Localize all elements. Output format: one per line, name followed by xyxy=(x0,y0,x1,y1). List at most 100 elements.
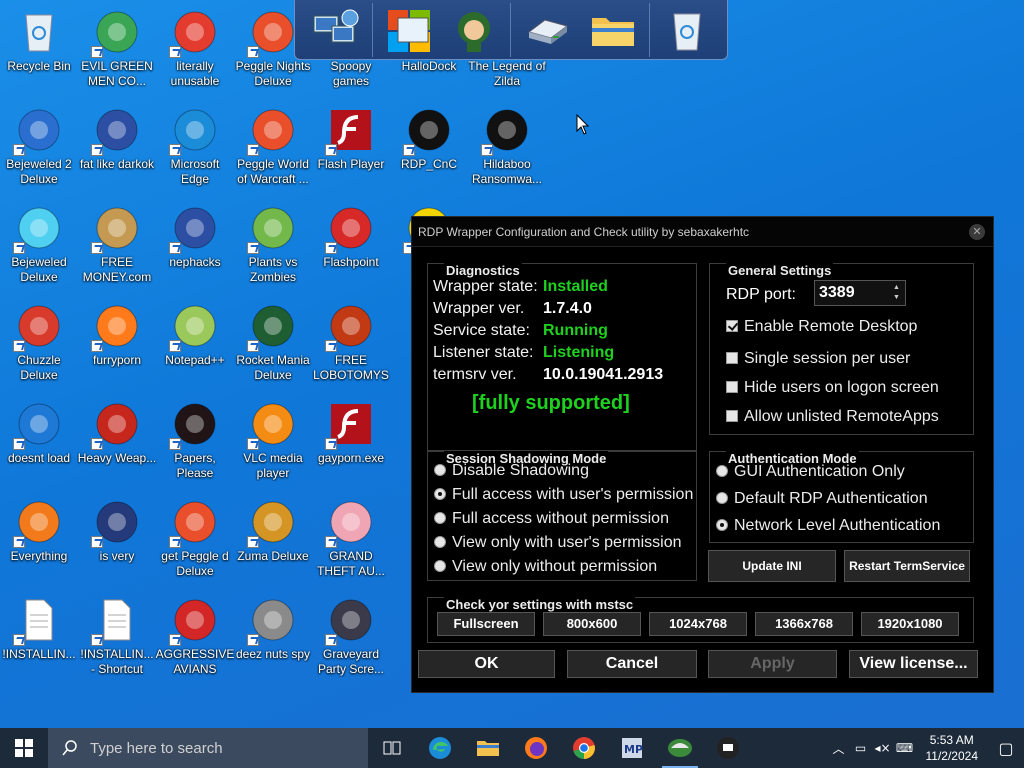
update-ini-button[interactable]: Update INI xyxy=(708,550,836,582)
setting-checkbox[interactable]: Allow unlisted RemoteApps xyxy=(726,408,939,426)
desktop-icon[interactable]: Bejeweled Deluxe xyxy=(0,200,78,292)
rdp-config-icon[interactable] xyxy=(656,728,704,768)
volume-icon[interactable]: ◂× xyxy=(872,741,894,755)
rdp-icon xyxy=(403,106,453,156)
desktop-icon[interactable]: AGGRESSIVE AVIANS xyxy=(156,592,234,684)
desktop-icon[interactable]: Plants vs Zombies xyxy=(234,200,312,292)
shadowing-radio[interactable]: Full access without permission xyxy=(434,510,669,528)
desktop-icon-label: Bejeweled Deluxe xyxy=(11,255,67,284)
task-view-icon[interactable] xyxy=(368,728,416,768)
office-icon[interactable] xyxy=(381,3,437,57)
desktop-icon[interactable]: Microsoft Edge xyxy=(156,102,234,194)
ok-button[interactable]: OK xyxy=(418,650,555,678)
desktop-icon[interactable]: FREE LOBOTOMYS xyxy=(312,298,390,390)
desktop-icon[interactable]: Hildaboo Ransomwa... xyxy=(468,102,546,194)
desktop-icon[interactable]: gayporn.exe xyxy=(312,396,390,488)
desktop-icon[interactable]: literally unusable xyxy=(156,4,234,96)
desktop-icon[interactable]: Graveyard Party Scre... xyxy=(312,592,390,684)
chrome-icon[interactable] xyxy=(560,728,608,768)
mstsc-resolution-button[interactable]: 1920x1080 xyxy=(861,612,959,636)
top-dock xyxy=(294,0,728,60)
setting-checkbox[interactable]: Single session per user xyxy=(726,350,910,368)
listener-state-value: Listening xyxy=(543,344,615,361)
papers-icon xyxy=(169,400,219,450)
cancel-button[interactable]: Cancel xyxy=(567,650,697,678)
view-license-button[interactable]: View license... xyxy=(849,650,978,678)
desktop-icon[interactable]: RDP_CnC xyxy=(390,102,468,194)
keyboard-icon[interactable]: ⌨ xyxy=(894,741,916,755)
notifications-icon[interactable]: ▢ xyxy=(988,739,1024,758)
desktop-icon-label: Plants vs Zombies xyxy=(248,255,298,284)
desktop-icon[interactable]: Flash Player xyxy=(312,102,390,194)
graveyard-icon xyxy=(325,596,375,646)
shortcut-arrow-icon xyxy=(169,46,181,58)
mstsc-resolution-button[interactable]: 1366x768 xyxy=(755,612,853,636)
start-button[interactable] xyxy=(0,728,48,768)
rdp-port-input[interactable]: 3389 ▲ ▼ xyxy=(814,280,906,306)
shadowing-radio[interactable]: View only with user's permission xyxy=(434,534,682,552)
desktop-icon[interactable]: Heavy Weap... xyxy=(78,396,156,488)
apply-button[interactable]: Apply xyxy=(708,650,837,678)
desktop-icon-label: Peggle Nights Deluxe xyxy=(235,59,311,88)
file-explorer-icon[interactable] xyxy=(464,728,512,768)
desktop-icon-label: Bejeweled 2 Deluxe xyxy=(6,157,72,186)
desktop-icon[interactable]: Rocket Mania Deluxe xyxy=(234,298,312,390)
rdp-dark-icon[interactable] xyxy=(704,728,752,768)
desktop-icon[interactable]: deez nuts spy xyxy=(234,592,312,684)
network-computers-icon[interactable] xyxy=(307,3,363,57)
firefox-icon[interactable] xyxy=(512,728,560,768)
shadowing-radio[interactable]: Full access with user's permission xyxy=(434,486,693,504)
desktop-icon[interactable]: nephacks xyxy=(156,200,234,292)
desktop-icon[interactable]: GRAND THEFT AU... xyxy=(312,494,390,586)
desktop-icon[interactable]: !INSTALLIN... - Shortcut xyxy=(78,592,156,684)
shortcut-arrow-icon xyxy=(13,242,25,254)
clock[interactable]: 5:53 AM 11/2/2024 xyxy=(926,732,979,764)
network-icon[interactable]: ▭ xyxy=(850,741,872,755)
zilda-icon[interactable] xyxy=(446,3,502,57)
desktop-icon[interactable]: furryporn xyxy=(78,298,156,390)
desktop-icon[interactable]: fat like darkok xyxy=(78,102,156,194)
mpi-icon[interactable]: MPI xyxy=(608,728,656,768)
radio-icon xyxy=(434,464,446,476)
shadowing-radio[interactable]: Disable Shadowing xyxy=(434,462,589,480)
auth-radio[interactable]: Network Level Authentication xyxy=(716,517,940,535)
drive-icon[interactable] xyxy=(520,3,576,57)
show-hidden-icons-icon[interactable]: ︿ xyxy=(828,740,850,757)
desktop-icon[interactable]: VLC media player xyxy=(234,396,312,488)
recycle-bin-icon[interactable] xyxy=(659,3,715,57)
desktop-icon[interactable]: Peggle World of Warcraft ... xyxy=(234,102,312,194)
service-state-value: Running xyxy=(543,322,608,339)
close-icon[interactable]: ✕ xyxy=(969,224,985,240)
desktop-icon[interactable]: Recycle Bin xyxy=(0,4,78,96)
desktop-icon[interactable]: Zuma Deluxe xyxy=(234,494,312,586)
desktop-icon[interactable]: get Peggle d Deluxe xyxy=(156,494,234,586)
mstsc-resolution-button[interactable]: 1024x768 xyxy=(649,612,747,636)
port-spinner[interactable]: ▲ ▼ xyxy=(893,283,903,303)
desktop-icon[interactable]: is very xyxy=(78,494,156,586)
desktop-icon[interactable]: EVIL GREEN MEN CO... xyxy=(78,4,156,96)
setting-checkbox[interactable]: Enable Remote Desktop xyxy=(726,318,917,336)
rocket-icon xyxy=(247,302,297,352)
shortcut-arrow-icon xyxy=(13,438,25,450)
search-placeholder: Type here to search xyxy=(90,739,223,757)
taskbar-search-box[interactable]: Type here to search xyxy=(48,728,368,768)
desktop-icon[interactable]: Papers, Please xyxy=(156,396,234,488)
desktop-icon[interactable]: !INSTALLIN... xyxy=(0,592,78,684)
setting-checkbox[interactable]: Hide users on logon screen xyxy=(726,379,939,397)
shadowing-radio[interactable]: View only without permission xyxy=(434,558,657,576)
folder-icon[interactable] xyxy=(585,3,641,57)
desktop-icon[interactable]: doesnt load xyxy=(0,396,78,488)
desktop-icon[interactable]: Notepad++ xyxy=(156,298,234,390)
restart-termservice-button[interactable]: Restart TermService xyxy=(844,550,970,582)
windows-logo-icon xyxy=(15,739,33,757)
auth-radio[interactable]: GUI Authentication Only xyxy=(716,463,905,481)
desktop-icon[interactable]: Flashpoint xyxy=(312,200,390,292)
desktop-icon[interactable]: Everything xyxy=(0,494,78,586)
desktop-icon[interactable]: Bejeweled 2 Deluxe xyxy=(0,102,78,194)
edge-icon[interactable] xyxy=(416,728,464,768)
mstsc-resolution-button[interactable]: 800x600 xyxy=(543,612,641,636)
mstsc-resolution-button[interactable]: Fullscreen xyxy=(437,612,535,636)
auth-radio[interactable]: Default RDP Authentication xyxy=(716,490,928,508)
desktop-icon[interactable]: FREE MONEY.com xyxy=(78,200,156,292)
desktop-icon[interactable]: Chuzzle Deluxe xyxy=(0,298,78,390)
